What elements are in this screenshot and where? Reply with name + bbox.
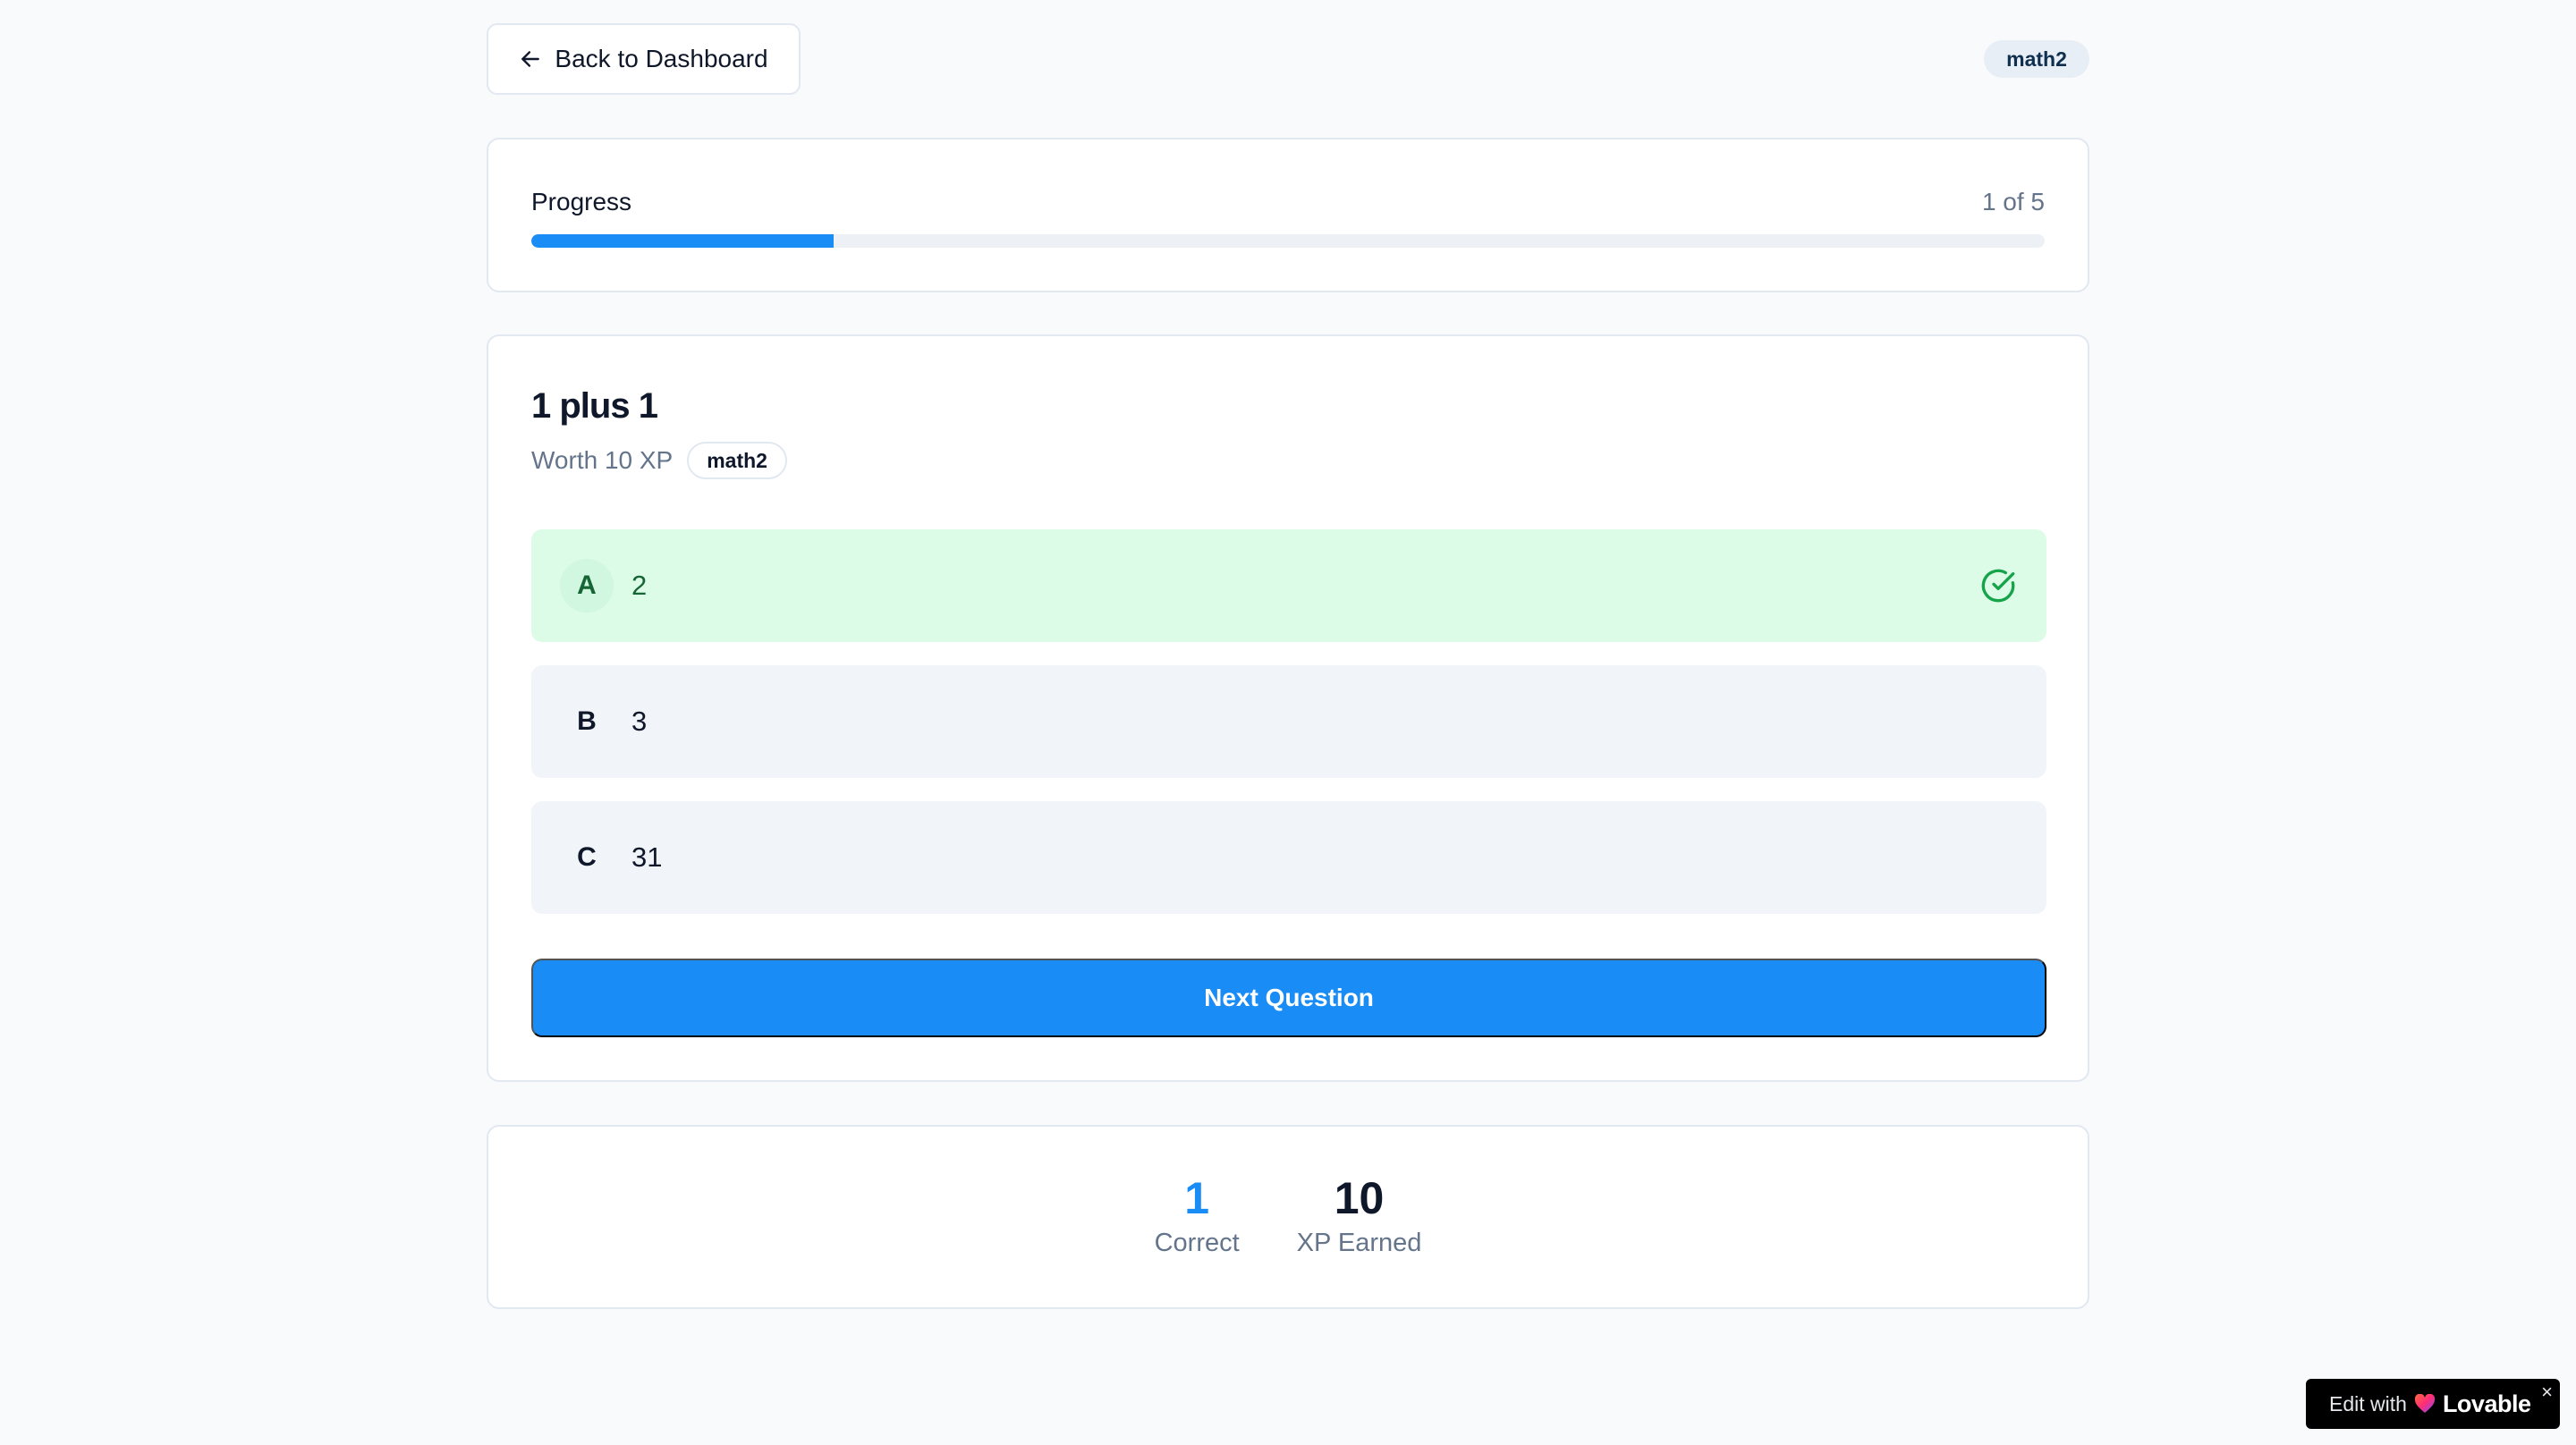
answer-option-c[interactable]: C 31	[531, 801, 2046, 914]
question-card: 1 plus 1 Worth 10 XP math2 A 2 B 3 C 31 …	[487, 334, 2089, 1082]
back-button-label: Back to Dashboard	[555, 45, 768, 72]
stat-xp: 10 XP Earned	[1297, 1173, 1422, 1258]
edit-with-lovable-badge[interactable]: Edit with Lovable ×	[2306, 1379, 2560, 1429]
answer-option-a[interactable]: A 2	[531, 529, 2046, 642]
progress-card: Progress 1 of 5	[487, 138, 2089, 292]
option-text: 2	[631, 570, 648, 601]
stat-correct: 1 Correct	[1155, 1173, 1240, 1258]
topic-badge: math2	[1984, 40, 2089, 78]
lovable-brand: Lovable	[2442, 1390, 2531, 1417]
progress-count: 1 of 5	[1981, 188, 2045, 215]
option-letter: A	[560, 559, 614, 613]
correct-count: 1	[1184, 1173, 1210, 1223]
check-circle-icon	[1981, 569, 2015, 603]
xp-earned-label: XP Earned	[1296, 1229, 1422, 1257]
question-title: 1 plus 1	[531, 386, 658, 426]
edit-with-label: Edit with	[2329, 1391, 2407, 1415]
stats-row: 1 Correct 10 XP Earned	[488, 1173, 2088, 1258]
arrow-left-icon	[521, 51, 540, 67]
quiz-page: Back to Dashboard math2 Progress 1 of 5 …	[0, 0, 2576, 1445]
next-question-button[interactable]: Next Question	[531, 959, 2046, 1037]
answer-option-b[interactable]: B 3	[531, 665, 2046, 778]
progress-bar-fill	[531, 234, 835, 248]
heart-icon	[2414, 1394, 2436, 1413]
close-badge-button[interactable]: ×	[2541, 1382, 2553, 1402]
option-text: 31	[631, 841, 663, 873]
question-tag: math2	[687, 442, 787, 479]
progress-label: Progress	[531, 188, 632, 215]
correct-label: Correct	[1154, 1229, 1240, 1257]
xp-earned-value: 10	[1334, 1173, 1385, 1223]
back-to-dashboard-button[interactable]: Back to Dashboard	[487, 23, 801, 95]
progress-bar	[531, 234, 2045, 248]
option-letter: B	[577, 706, 597, 736]
option-text: 3	[631, 706, 648, 737]
question-xp-worth: Worth 10 XP	[531, 446, 674, 474]
stats-card: 1 Correct 10 XP Earned	[487, 1125, 2089, 1309]
option-letter: C	[577, 842, 597, 872]
question-meta: Worth 10 XP math2	[531, 442, 787, 479]
